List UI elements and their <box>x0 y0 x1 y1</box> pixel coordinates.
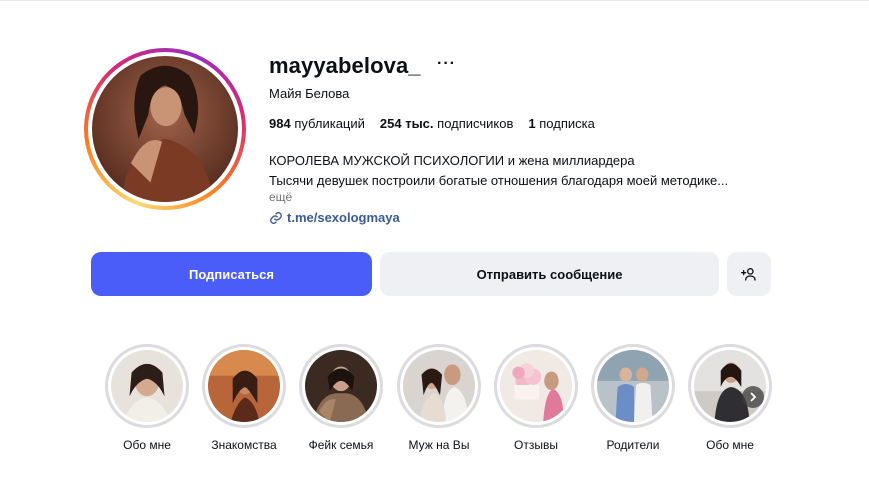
send-message-button[interactable]: Отправить сообщение <box>380 252 719 296</box>
highlight-label: Родители <box>606 438 660 452</box>
highlight-item[interactable]: Муж на Вы <box>397 344 481 452</box>
highlight-label: Фейк семья <box>308 438 374 452</box>
avatar-photo <box>92 56 238 202</box>
highlight-cover <box>403 350 475 422</box>
highlight-cover <box>597 350 669 422</box>
highlight-label: Отзывы <box>514 438 558 452</box>
link-icon <box>270 211 282 224</box>
highlight-cover <box>305 350 377 422</box>
highlight-cover <box>500 350 572 422</box>
bio-more-link[interactable]: ещё <box>269 190 292 204</box>
link-text: t.me/sexologmaya <box>287 210 400 225</box>
suggested-users-button[interactable] <box>727 252 771 296</box>
highlight-cover <box>208 350 280 422</box>
highlight-item[interactable]: Отзывы <box>494 344 578 452</box>
bio-line-2: Тысячи девушек построили богатые отношен… <box>269 173 729 188</box>
profile-stats: 984 публикаций 254 тыс. подписчиков 1 по… <box>269 116 595 131</box>
highlight-item[interactable]: Обо мне <box>105 344 189 452</box>
highlight-label: Знакомства <box>211 438 277 452</box>
top-divider <box>0 0 869 1</box>
following-stat[interactable]: 1 подписка <box>528 116 594 131</box>
highlight-item[interactable]: Фейк семья <box>299 344 383 452</box>
highlight-item[interactable]: Знакомства <box>202 344 286 452</box>
follow-button[interactable]: Подписаться <box>91 252 372 296</box>
highlight-label: Муж на Вы <box>408 438 470 452</box>
highlight-label: Обо мне <box>123 438 171 452</box>
posts-stat: 984 публикаций <box>269 116 365 131</box>
highlight-cover <box>111 350 183 422</box>
highlight-label: Обо мне <box>706 438 754 452</box>
profile-full-name: Майя Белова <box>269 86 350 101</box>
profile-username: mayyabelova_ <box>269 53 421 78</box>
profile-avatar[interactable] <box>84 48 246 210</box>
add-user-icon <box>741 268 756 281</box>
options-more-icon[interactable]: ··· <box>437 55 456 73</box>
chevron-right-icon <box>750 392 757 402</box>
highlight-item[interactable]: Родители <box>591 344 675 452</box>
highlights-next-button[interactable] <box>742 386 764 408</box>
followers-stat[interactable]: 254 тыс. подписчиков <box>380 116 513 131</box>
bio-line-1: КОРОЛЕВА МУЖСКОЙ ПСИХОЛОГИИ и жена милли… <box>269 153 635 168</box>
profile-external-link[interactable]: t.me/sexologmaya <box>269 210 400 225</box>
